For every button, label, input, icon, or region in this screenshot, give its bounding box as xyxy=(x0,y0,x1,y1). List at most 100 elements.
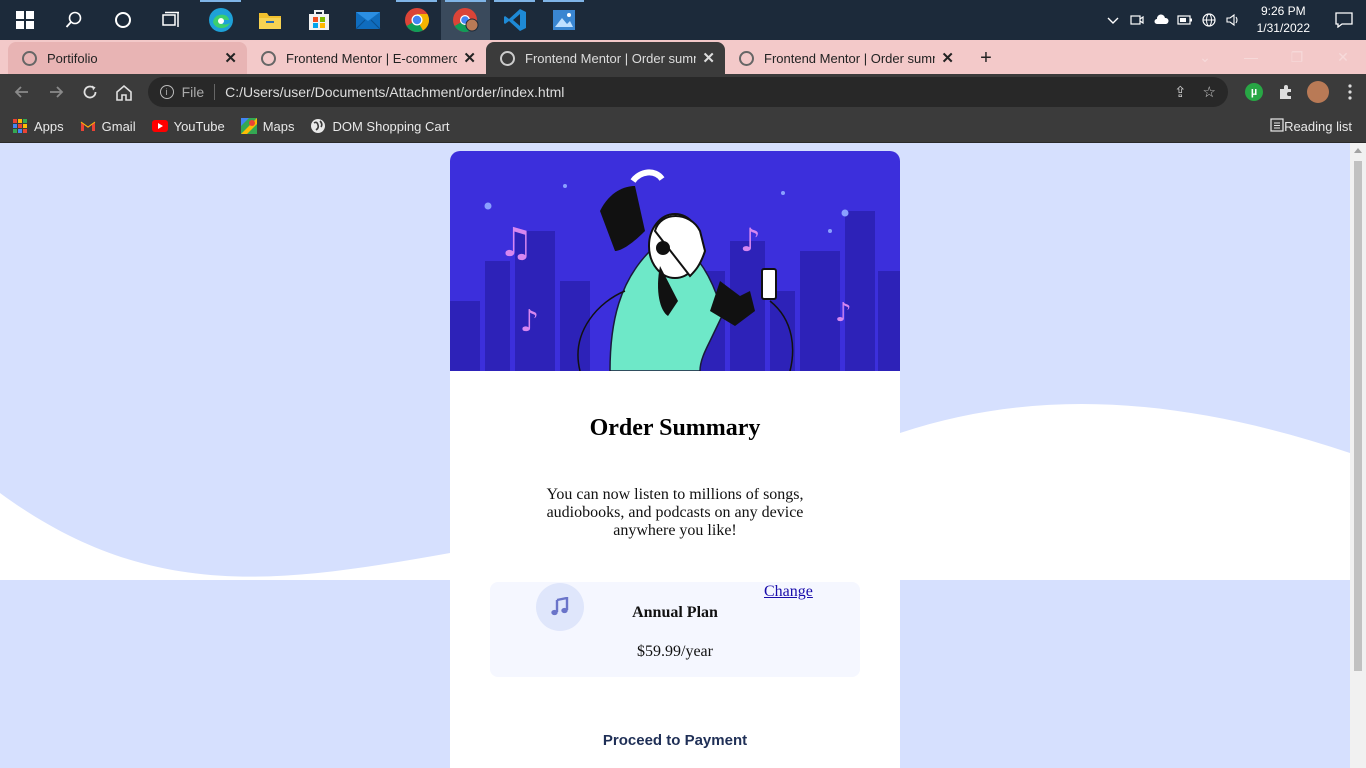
notification-icon xyxy=(1335,12,1353,28)
svg-text:♪: ♪ xyxy=(520,304,539,339)
circle-icon xyxy=(114,12,131,28)
store-icon xyxy=(308,10,329,30)
photos-app-button[interactable] xyxy=(539,0,588,40)
scroll-up-icon[interactable] xyxy=(1354,148,1362,153)
vscode-app-button[interactable] xyxy=(490,0,539,40)
menu-button[interactable] xyxy=(1334,76,1366,108)
chrome-profile-app-button[interactable] xyxy=(441,0,490,40)
chevron-up-icon[interactable] xyxy=(1101,0,1125,40)
bookmark-gmail[interactable]: Gmail xyxy=(80,118,136,134)
card-description: You can now listen to millions of songs,… xyxy=(546,486,804,539)
share-icon[interactable]: ⇪ xyxy=(1174,83,1187,101)
url-scheme: File xyxy=(182,84,216,100)
bookmark-apps[interactable]: Apps xyxy=(12,118,64,134)
volume-icon[interactable] xyxy=(1221,0,1245,40)
close-tab-icon[interactable]: ✕ xyxy=(224,49,237,67)
reload-button[interactable] xyxy=(74,76,106,108)
vertical-scrollbar[interactable] xyxy=(1350,143,1366,768)
info-icon[interactable]: i xyxy=(159,85,174,99)
file-explorer-app-button[interactable] xyxy=(245,0,294,40)
system-clock[interactable]: 9:26 PM 1/31/2022 xyxy=(1245,3,1322,37)
cloud-icon[interactable] xyxy=(1149,0,1173,40)
bookmark-label: Maps xyxy=(262,118,295,134)
bookmark-label: DOM Shopping Cart xyxy=(332,118,450,134)
mail-icon xyxy=(355,12,380,30)
bookmark-youtube[interactable]: YouTube xyxy=(151,118,225,134)
tab-search-icon[interactable]: ⌄ xyxy=(1182,40,1228,74)
battery-icon[interactable] xyxy=(1173,0,1197,40)
chrome-profile-icon xyxy=(452,8,478,33)
bookmark-label: Gmail xyxy=(101,118,136,134)
profile-button[interactable] xyxy=(1302,76,1334,108)
youtube-icon xyxy=(151,118,168,134)
close-tab-icon[interactable]: ✕ xyxy=(941,49,954,67)
arrow-right-icon xyxy=(49,86,64,98)
globe-icon[interactable] xyxy=(1197,0,1221,40)
change-plan-link[interactable]: Change xyxy=(764,583,813,601)
svg-text:♪: ♪ xyxy=(835,298,852,328)
home-button[interactable] xyxy=(108,76,140,108)
frontend-mentor-favicon-icon xyxy=(261,50,276,66)
close-tab-icon[interactable]: ✕ xyxy=(463,49,476,67)
tab-order-summary[interactable]: Frontend Mentor | Order summar ✕ xyxy=(725,42,964,74)
more-vertical-icon xyxy=(1348,84,1352,100)
extension-area: µ xyxy=(1238,76,1366,108)
close-window-icon[interactable]: ✕ xyxy=(1320,40,1366,74)
bookmarks-bar: Apps Gmail YouTube Maps DOM Shopping Car… xyxy=(0,110,1366,143)
address-bar[interactable]: i File C:/Users/user/Documents/Attachmen… xyxy=(147,77,1228,107)
tab-portifolio[interactable]: Portifolio ✕ xyxy=(8,42,247,74)
extensions-button[interactable] xyxy=(1270,76,1302,108)
bookmark-label: YouTube xyxy=(173,118,225,134)
window-controls: ⌄ — ❐ ✕ xyxy=(1182,40,1366,74)
bookmark-label: Apps xyxy=(34,118,64,134)
chrome-app-button[interactable] xyxy=(392,0,441,40)
bookmark-maps[interactable]: Maps xyxy=(240,118,295,134)
puzzle-icon xyxy=(1280,85,1291,99)
page-viewport: ♫ ♪ ♪ ♪ Order Summary You can now listen… xyxy=(0,143,1366,768)
proceed-to-payment-button[interactable]: Proceed to Payment xyxy=(450,732,900,749)
utorrent-extension-button[interactable]: µ xyxy=(1238,76,1270,108)
mail-app-button[interactable] xyxy=(343,0,392,40)
clock-time: 9:26 PM xyxy=(1260,4,1306,18)
browser-tab-strip: Portifolio ✕ Frontend Mentor | E-commerc… xyxy=(0,40,1366,74)
scrollbar-thumb[interactable] xyxy=(1354,161,1362,671)
globe-favicon-icon xyxy=(22,50,37,66)
minimize-icon[interactable]: — xyxy=(1228,40,1274,74)
tab-ecommerce[interactable]: Frontend Mentor | E-commerce p ✕ xyxy=(247,42,486,74)
tab-order-summary-active[interactable]: Frontend Mentor | Order summar ✕ xyxy=(486,42,725,74)
task-view-button[interactable] xyxy=(147,0,196,40)
forward-button[interactable] xyxy=(40,76,72,108)
search-button[interactable] xyxy=(49,0,98,40)
restore-icon[interactable]: ❐ xyxy=(1274,40,1320,74)
windows-taskbar: 9:26 PM 1/31/2022 xyxy=(0,0,1366,40)
home-icon xyxy=(115,84,132,101)
close-tab-icon[interactable]: ✕ xyxy=(702,49,715,67)
tab-title: Frontend Mentor | Order summar xyxy=(764,50,935,66)
search-icon xyxy=(65,11,81,28)
camera-icon[interactable] xyxy=(1125,0,1149,40)
edge-app-button[interactable] xyxy=(196,0,245,40)
back-button[interactable] xyxy=(6,76,38,108)
frontend-mentor-favicon-icon xyxy=(739,50,754,66)
notification-center-button[interactable] xyxy=(1322,0,1366,40)
tab-title: Portifolio xyxy=(47,50,98,66)
apps-grid-icon xyxy=(12,118,28,134)
tab-title: Frontend Mentor | E-commerce p xyxy=(286,50,458,66)
clock-date: 1/31/2022 xyxy=(1256,21,1310,35)
vscode-icon xyxy=(503,9,526,31)
cortana-button[interactable] xyxy=(98,0,147,40)
new-tab-button[interactable]: + xyxy=(972,44,1000,72)
hero-illustration: ♫ ♪ ♪ ♪ xyxy=(450,151,900,371)
store-app-button[interactable] xyxy=(294,0,343,40)
card-title: Order Summary xyxy=(589,415,761,441)
bookmark-dom-shopping-cart[interactable]: DOM Shopping Cart xyxy=(310,118,450,134)
order-summary-card: ♫ ♪ ♪ ♪ Order Summary You can now listen… xyxy=(450,151,900,768)
windows-start-button[interactable] xyxy=(0,0,49,40)
url-text[interactable]: C:/Users/user/Documents/Attachment/order… xyxy=(225,84,1158,100)
gmail-icon xyxy=(80,118,96,134)
frontend-mentor-favicon-icon xyxy=(500,50,515,66)
reading-list-button[interactable]: Reading list xyxy=(1270,117,1352,135)
bookmark-star-icon[interactable]: ☆ xyxy=(1203,83,1216,101)
system-tray: 9:26 PM 1/31/2022 xyxy=(1101,0,1366,40)
arrow-left-icon xyxy=(14,86,28,98)
